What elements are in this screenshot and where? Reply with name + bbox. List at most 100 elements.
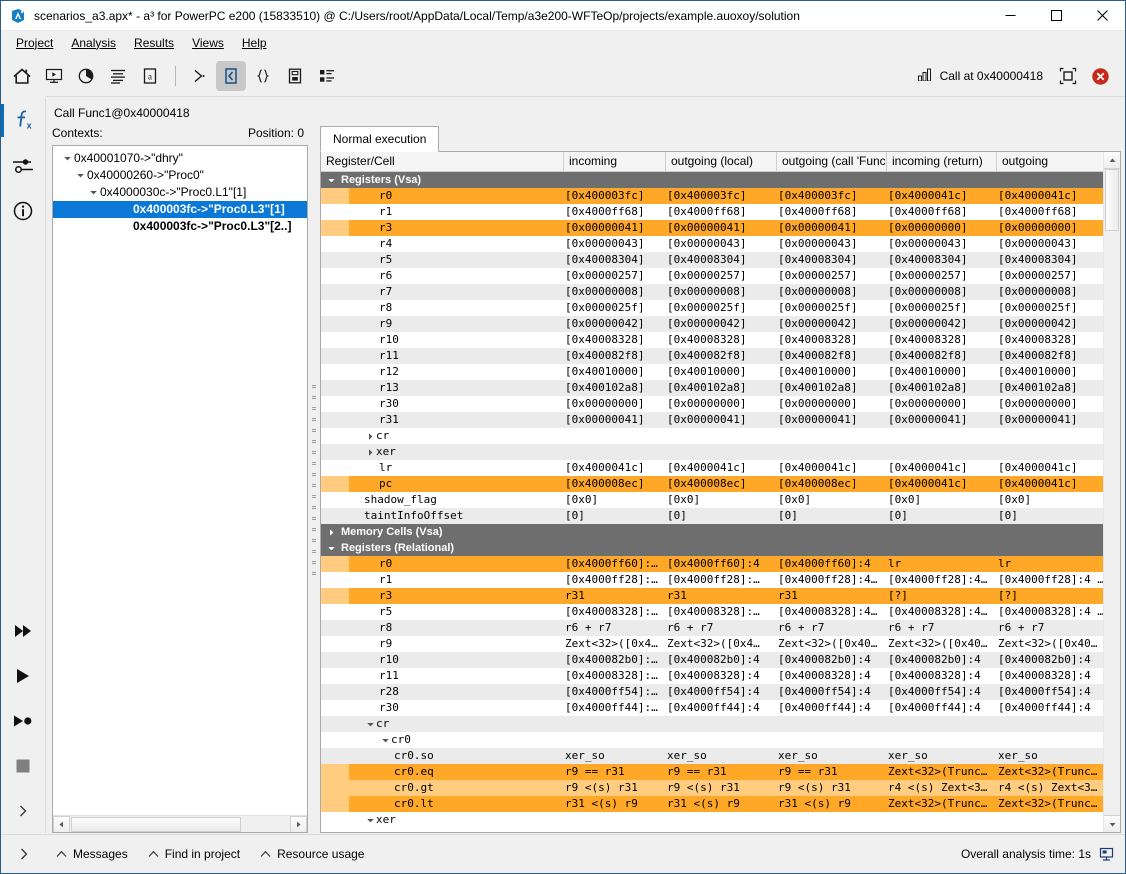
step-forward-icon[interactable] [184,61,214,91]
grid-row-shadow_flag[interactable]: shadow_flag [0x0] [0x0] [0x0] [0x0] [0x0] [321,492,1103,508]
panel-splitter[interactable] [308,126,320,833]
grid-row-r1[interactable]: r1 [0x4000ff68] [0x4000ff68] [0x4000ff68] [0… [321,204,1103,220]
grid-row-cr[interactable]: cr [321,716,1103,732]
grid-row-r30[interactable]: r30 [0x4000ff44]:… [0x4000ff44]:4 [0x4000ff… [321,700,1103,716]
chevron-down-icon[interactable] [74,171,87,180]
rail-item-functions[interactable]: x [1,98,46,143]
chevron-down-icon[interactable] [364,720,376,729]
grid-row-r3[interactable]: r3 r31 r31 r31 [?] [?] [321,588,1103,604]
grid-row-r10[interactable]: r10 [0x40008328] [0x40008328] [0x40008328] [… [321,332,1103,348]
grid-row-lr[interactable]: lr [0x4000041c] [0x4000041c] [0x4000041c] [0… [321,460,1103,476]
scroll-right-arrow-icon[interactable] [290,815,307,832]
grid-row-r1[interactable]: r1 [0x4000ff28]:… [0x4000ff28]:… [0x4000ff2… [321,572,1103,588]
grid-group-row[interactable]: Memory Cells (Vsa) [321,524,1103,540]
pie-chart-icon[interactable] [71,61,101,91]
memory-icon[interactable] [280,61,310,91]
menu-views[interactable]: Views [183,33,233,54]
grid-row-r11[interactable]: r11 [0x400082f8] [0x400082f8] [0x400082f8] [… [321,348,1103,364]
tree-node-proc0-l3-2[interactable]: 0x400003fc->"Proc0.L3"[2..] [53,218,307,235]
chevron-down-icon[interactable] [379,736,391,745]
grid-row-cr0-lt[interactable]: cr0.lt r31 <(s) r9 r31 <(s) r9 r31 <(s) r9 Z… [321,796,1103,812]
bottom-button-messages[interactable]: Messages [46,844,138,864]
grid-body[interactable]: Registers (Vsa) r0 [0x400003fc] [0x400003fc… [321,172,1103,832]
grid-row-r7[interactable]: r7 [0x00000008] [0x00000008] [0x00000008] [0… [321,284,1103,300]
contexts-horizontal-scrollbar[interactable] [53,815,307,832]
splitter-grip[interactable] [312,384,316,575]
tree-node-proc0-l3-1[interactable]: 0x400003fc->"Proc0.L3"[1] [53,201,307,218]
grid-row-taintInfoOffset[interactable]: taintInfoOffset [0] [0] [0] [0] [0] [321,508,1103,524]
grid-row-r0[interactable]: r0 [0x400003fc] [0x400003fc] [0x400003fc] [0… [321,188,1103,204]
column-header-outgoing-call[interactable]: outgoing (call 'Func [777,152,887,171]
menu-results[interactable]: Results [125,33,183,54]
rail-item-run-all[interactable] [1,608,46,653]
grid-row-r12[interactable]: r12 [0x40010000] [0x40010000] [0x40010000] [… [321,364,1103,380]
rail-item-stop[interactable] [1,743,46,788]
rail-item-settings[interactable] [1,143,46,188]
home-icon[interactable] [7,61,37,91]
column-header-incoming[interactable]: incoming [564,152,666,171]
grid-row-r28[interactable]: r28 [0x4000ff54]:… [0x4000ff54]:4 [0x4000ff… [321,684,1103,700]
chevron-right-icon[interactable] [364,448,376,457]
chevron-right-icon[interactable] [364,432,376,441]
scroll-track[interactable] [1104,169,1120,815]
chevron-down-icon[interactable] [325,544,337,553]
scroll-track[interactable] [70,816,290,832]
column-header-incoming-return[interactable]: incoming (return) [887,152,997,171]
grid-vertical-scrollbar[interactable] [1103,152,1120,832]
tree-node-proc0[interactable]: 0x40000260->"Proc0" [53,167,307,184]
grid-row-r10[interactable]: r10 [0x400082b0]:… [0x400082b0]:4 [0x400082… [321,652,1103,668]
grid-row-cr0-gt[interactable]: cr0.gt r9 <(s) r31 r9 <(s) r31 r9 <(s) r31 r… [321,780,1103,796]
column-header-register-cell[interactable]: Register/Cell [321,152,564,171]
grid-row-cr[interactable]: cr [321,428,1103,444]
bottom-button-resource-usage[interactable]: Resource usage [250,844,374,864]
monitor-icon[interactable] [1099,847,1115,862]
scroll-thumb[interactable] [71,816,241,832]
grid-row-xer[interactable]: xer [321,812,1103,828]
rail-item-run-to-point[interactable] [1,698,46,743]
grid-group-row[interactable]: Registers (Vsa) [321,172,1103,188]
rail-item-expand[interactable] [1,788,46,833]
grid-row-r8[interactable]: r8 [0x0000025f] [0x0000025f] [0x0000025f] [0… [321,300,1103,316]
menu-project[interactable]: Project [7,33,62,54]
scroll-down-arrow-icon[interactable] [1104,815,1120,832]
chevron-down-icon[interactable] [87,188,100,197]
grid-group-row[interactable]: Registers (Relational) [321,540,1103,556]
maximize-button[interactable] [1033,1,1079,31]
rail-item-info[interactable] [1,188,46,233]
grid-row-cr0[interactable]: cr0 [321,732,1103,748]
grid-row-r5[interactable]: r5 [0x40008304] [0x40008304] [0x40008304] [0… [321,252,1103,268]
grid-row-cr0-so[interactable]: cr0.so xer_so xer_so xer_so xer_so xer_so [321,748,1103,764]
chevron-down-icon[interactable] [61,154,74,163]
list-report-icon[interactable] [103,61,133,91]
grid-row-r13[interactable]: r13 [0x400102a8] [0x400102a8] [0x400102a8] [… [321,380,1103,396]
scroll-up-arrow-icon[interactable] [1104,152,1120,169]
bottom-button-find-in-project[interactable]: Find in project [138,844,250,864]
grid-row-cr0-eq[interactable]: cr0.eq r9 == r31 r9 == r31 r9 == r31 Zext<32… [321,764,1103,780]
close-button[interactable] [1079,1,1125,31]
detach-window-icon[interactable] [1053,61,1083,91]
grid-row-r9[interactable]: r9 [0x00000042] [0x00000042] [0x00000042] [0… [321,316,1103,332]
menu-analysis[interactable]: Analysis [62,33,125,54]
grid-row-r6[interactable]: r6 [0x00000257] [0x00000257] [0x00000257] [0… [321,268,1103,284]
contexts-tree[interactable]: 0x40001070->"dhry" 0x40000260->"Proc0" 0… [53,146,307,815]
rail-item-run[interactable] [1,653,46,698]
tree-node-dhry[interactable]: 0x40001070->"dhry" [53,150,307,167]
annotation-icon[interactable]: a [135,61,165,91]
grid-row-r11[interactable]: r11 [0x40008328]:… [0x40008328]:4 [0x400083… [321,668,1103,684]
grid-row-r9[interactable]: r9 Zext<32>([0x4… Zext<32>([0x4… Zext<32>([… [321,636,1103,652]
run-analysis-icon[interactable] [39,61,69,91]
tab-normal-execution[interactable]: Normal execution [320,126,440,152]
grid-row-xer[interactable]: xer [321,444,1103,460]
chevron-down-icon[interactable] [325,176,337,185]
context-back-icon[interactable] [216,61,246,91]
menu-help[interactable]: Help [233,33,276,54]
grid-row-r5[interactable]: r5 [0x40008328]:… [0x40008328]:… [0x4000832… [321,604,1103,620]
scroll-thumb[interactable] [1105,169,1119,231]
scroll-left-arrow-icon[interactable] [53,815,70,832]
grid-row-r0[interactable]: r0 [0x4000ff60]:… [0x4000ff60]:4 [0x4000ff6… [321,556,1103,572]
expand-bottom-panel-icon[interactable] [1,834,46,873]
grid-row-r30[interactable]: r30 [0x00000000] [0x00000000] [0x00000000] [… [321,396,1103,412]
grid-row-r31[interactable]: r31 [0x00000041] [0x00000041] [0x00000041] [… [321,412,1103,428]
minimize-button[interactable] [987,1,1033,31]
braces-icon[interactable] [248,61,278,91]
